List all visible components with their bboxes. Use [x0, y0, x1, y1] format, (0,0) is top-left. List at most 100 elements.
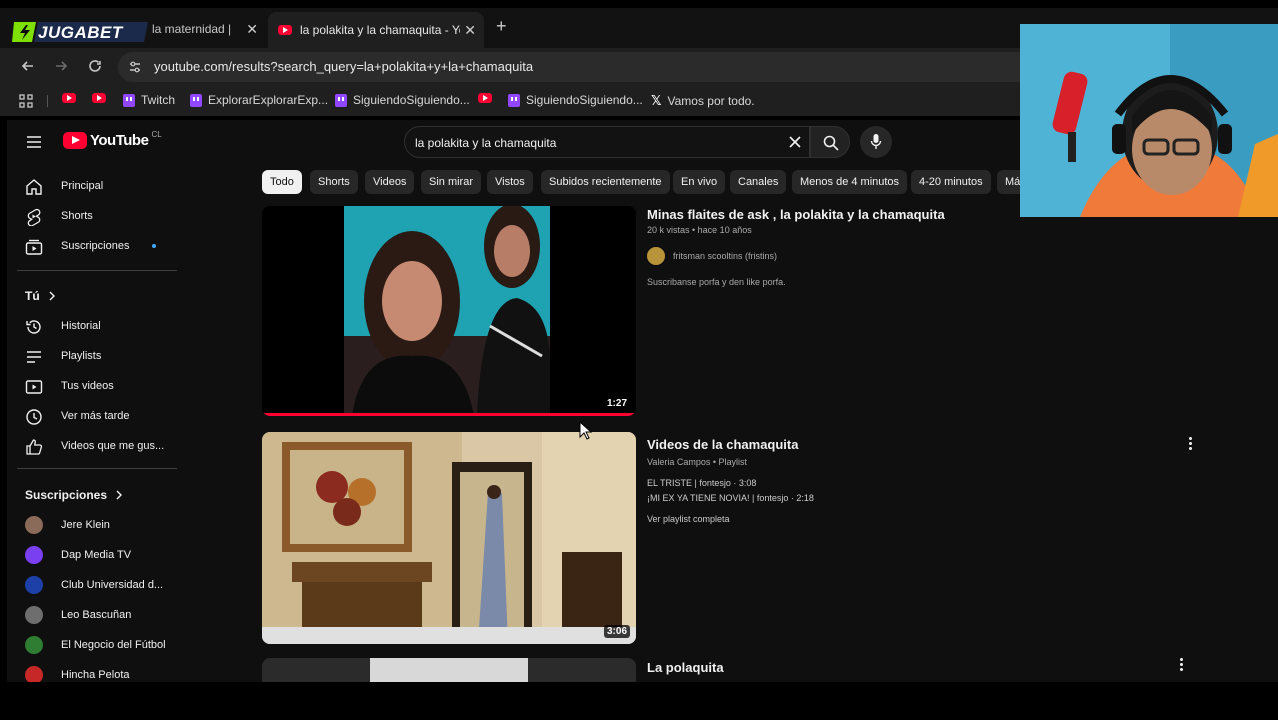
channel-avatar	[25, 636, 43, 654]
bookmark-siguiendo-1[interactable]: SiguiendoSiguiendo...	[335, 93, 470, 107]
bookmark-twitch[interactable]: Twitch	[123, 93, 175, 107]
video-title[interactable]: La polaquita	[647, 660, 724, 675]
sidebar-item-label: Tus videos	[61, 380, 114, 392]
youtube-logo[interactable]: YouTube CL	[63, 130, 162, 149]
bookmark-x[interactable]: 𝕏 Vamos por todo.	[651, 93, 755, 109]
chip-menos-4-minutos[interactable]: Menos de 4 minutos	[792, 170, 908, 194]
url-text: youtube.com/results?search_query=la+pola…	[154, 59, 534, 74]
sidebar-channel-club-universidad[interactable]: Club Universidad d...	[7, 570, 177, 600]
bookmark-youtube-2[interactable]	[92, 93, 112, 103]
watch-later-icon	[26, 409, 42, 425]
sidebar-channel-leo-bascunan[interactable]: Leo Bascuñan	[7, 600, 177, 630]
webcam-image	[1020, 24, 1278, 217]
sidebar-item-label: Playlists	[61, 350, 102, 362]
channel-avatar	[25, 606, 43, 624]
twitch-icon	[508, 93, 520, 107]
sidebar-item-principal[interactable]: Principal	[7, 171, 177, 201]
tab-title: la maternidad |	[152, 22, 232, 36]
bookmark-label: Vamos por todo.	[667, 94, 755, 108]
history-icon	[26, 320, 41, 334]
sidebar-item-label: Ver más tarde	[61, 410, 130, 422]
video-title[interactable]: Minas flaites de ask , la polakita y la …	[647, 207, 945, 222]
chip-sin-mirar[interactable]: Sin mirar	[421, 170, 482, 194]
menu-icon[interactable]	[26, 135, 42, 149]
voice-search-button[interactable]	[860, 126, 892, 158]
tab-maternidad[interactable]: la maternidad | ✕	[150, 14, 266, 44]
new-tab-button[interactable]: +	[496, 16, 507, 37]
sidebar-item-label: Principal	[61, 180, 104, 192]
chip-todo[interactable]: Todo	[262, 170, 302, 194]
sidebar-item-suscripciones[interactable]: Suscripciones	[7, 231, 177, 261]
sidebar-item-historial[interactable]: Historial	[7, 311, 177, 341]
sidebar-item-label: Historial	[61, 320, 101, 332]
sidebar-item-playlists[interactable]: Playlists	[7, 341, 177, 371]
chip-vistos[interactable]: Vistos	[487, 170, 533, 194]
more-actions-icon[interactable]	[1180, 658, 1184, 672]
youtube-icon	[478, 93, 492, 103]
chip-en-vivo[interactable]: En vivo	[673, 170, 726, 194]
sidebar-channel-negocio-futbol[interactable]: El Negocio del Fútbol	[7, 630, 177, 660]
video-thumbnail[interactable]: 1:27	[262, 206, 636, 416]
view-full-playlist-link[interactable]: Ver playlist completa	[647, 514, 730, 524]
channel-avatar	[25, 546, 43, 564]
sidebar-item-label: Jere Klein	[61, 519, 110, 531]
playlist-item[interactable]: EL TRISTE | fontesjo · 3:08	[647, 478, 756, 488]
playlist-thumbnail[interactable]: 3:06	[262, 432, 636, 644]
apps-grid-icon[interactable]	[19, 94, 33, 108]
bookmark-label: Twitch	[141, 93, 176, 107]
channel-avatar	[25, 516, 43, 534]
close-tab-icon[interactable]: ✕	[464, 22, 476, 39]
clear-search-icon[interactable]	[789, 136, 801, 148]
sidebar-item-liked[interactable]: Videos que me gus...	[7, 431, 177, 461]
playlist-title[interactable]: Videos de la chamaquita	[647, 437, 798, 452]
playlist-item[interactable]: ¡MI EX YA TIENE NOVIA! | fontesjo · 2:18	[647, 493, 814, 503]
chip-videos[interactable]: Videos	[365, 170, 415, 194]
more-actions-icon[interactable]	[1189, 437, 1193, 451]
video-thumbnail[interactable]	[262, 658, 636, 682]
bookmark-explorar[interactable]: ExplorarExplorarExp...	[190, 93, 328, 107]
section-title: Tú	[25, 289, 40, 303]
playlist-meta[interactable]: Valeria Campos • Playlist	[647, 457, 747, 467]
youtube-icon	[92, 93, 106, 103]
thumbnail-image	[262, 432, 636, 644]
sidebar-divider	[17, 468, 177, 469]
chip-subidos-recientemente[interactable]: Subidos recientemente	[541, 170, 670, 194]
forward-arrow-icon[interactable]	[53, 58, 69, 74]
bookmark-siguiendo-2[interactable]: SiguiendoSiguiendo...	[508, 93, 643, 107]
chip-4-20-minutos[interactable]: 4-20 minutos	[911, 170, 991, 194]
channel-row[interactable]: fritsman scooltins (fristins)	[647, 247, 777, 265]
back-arrow-icon[interactable]	[20, 58, 36, 74]
bookmark-youtube-3[interactable]	[478, 93, 498, 103]
search-icon	[823, 135, 839, 151]
search-query: la polakita y la chamaquita	[415, 136, 557, 150]
youtube-logo-icon	[63, 132, 87, 149]
sidebar-channel-hincha-pelota[interactable]: Hincha Pelota	[7, 660, 177, 682]
your-videos-icon	[25, 380, 43, 394]
close-tab-icon[interactable]: ✕	[246, 21, 258, 38]
sidebar-channel-dap-media[interactable]: Dap Media TV	[7, 540, 177, 570]
sidebar-you-header[interactable]: Tú	[25, 289, 56, 303]
sponsor-logo: JUGABET	[12, 20, 148, 44]
sponsor-logo-text: JUGABET	[38, 23, 123, 42]
sidebar-subscriptions-header[interactable]: Suscripciones	[25, 488, 123, 502]
search-button[interactable]	[810, 126, 850, 158]
address-bar[interactable]: youtube.com/results?search_query=la+pola…	[118, 52, 1118, 82]
tab-polakita[interactable]: la polakita y la chamaquita - Yo ✕	[268, 12, 484, 48]
bookmark-label: ExplorarExplorarExp...	[208, 93, 329, 107]
site-settings-icon[interactable]	[128, 60, 142, 74]
video-description: Suscribanse porfa y den like porfa.	[647, 277, 786, 287]
sidebar-item-label: Suscripciones	[61, 240, 130, 252]
section-title: Suscripciones	[25, 488, 108, 502]
sidebar-item-tus-videos[interactable]: Tus videos	[7, 371, 177, 401]
channel-avatar	[25, 666, 43, 682]
sidebar-channel-jere-klein[interactable]: Jere Klein	[7, 510, 177, 540]
sidebar-item-ver-mas-tarde[interactable]: Ver más tarde	[7, 401, 177, 431]
chip-shorts[interactable]: Shorts	[310, 170, 358, 194]
chip-canales[interactable]: Canales	[730, 170, 787, 194]
search-input[interactable]: la polakita y la chamaquita	[404, 126, 810, 158]
bookmark-youtube-1[interactable]	[62, 93, 82, 103]
reload-icon[interactable]	[87, 58, 103, 74]
sidebar-item-shorts[interactable]: Shorts	[7, 201, 177, 231]
sidebar-item-label: El Negocio del Fútbol	[61, 639, 166, 651]
thumbnail-image	[262, 206, 636, 416]
